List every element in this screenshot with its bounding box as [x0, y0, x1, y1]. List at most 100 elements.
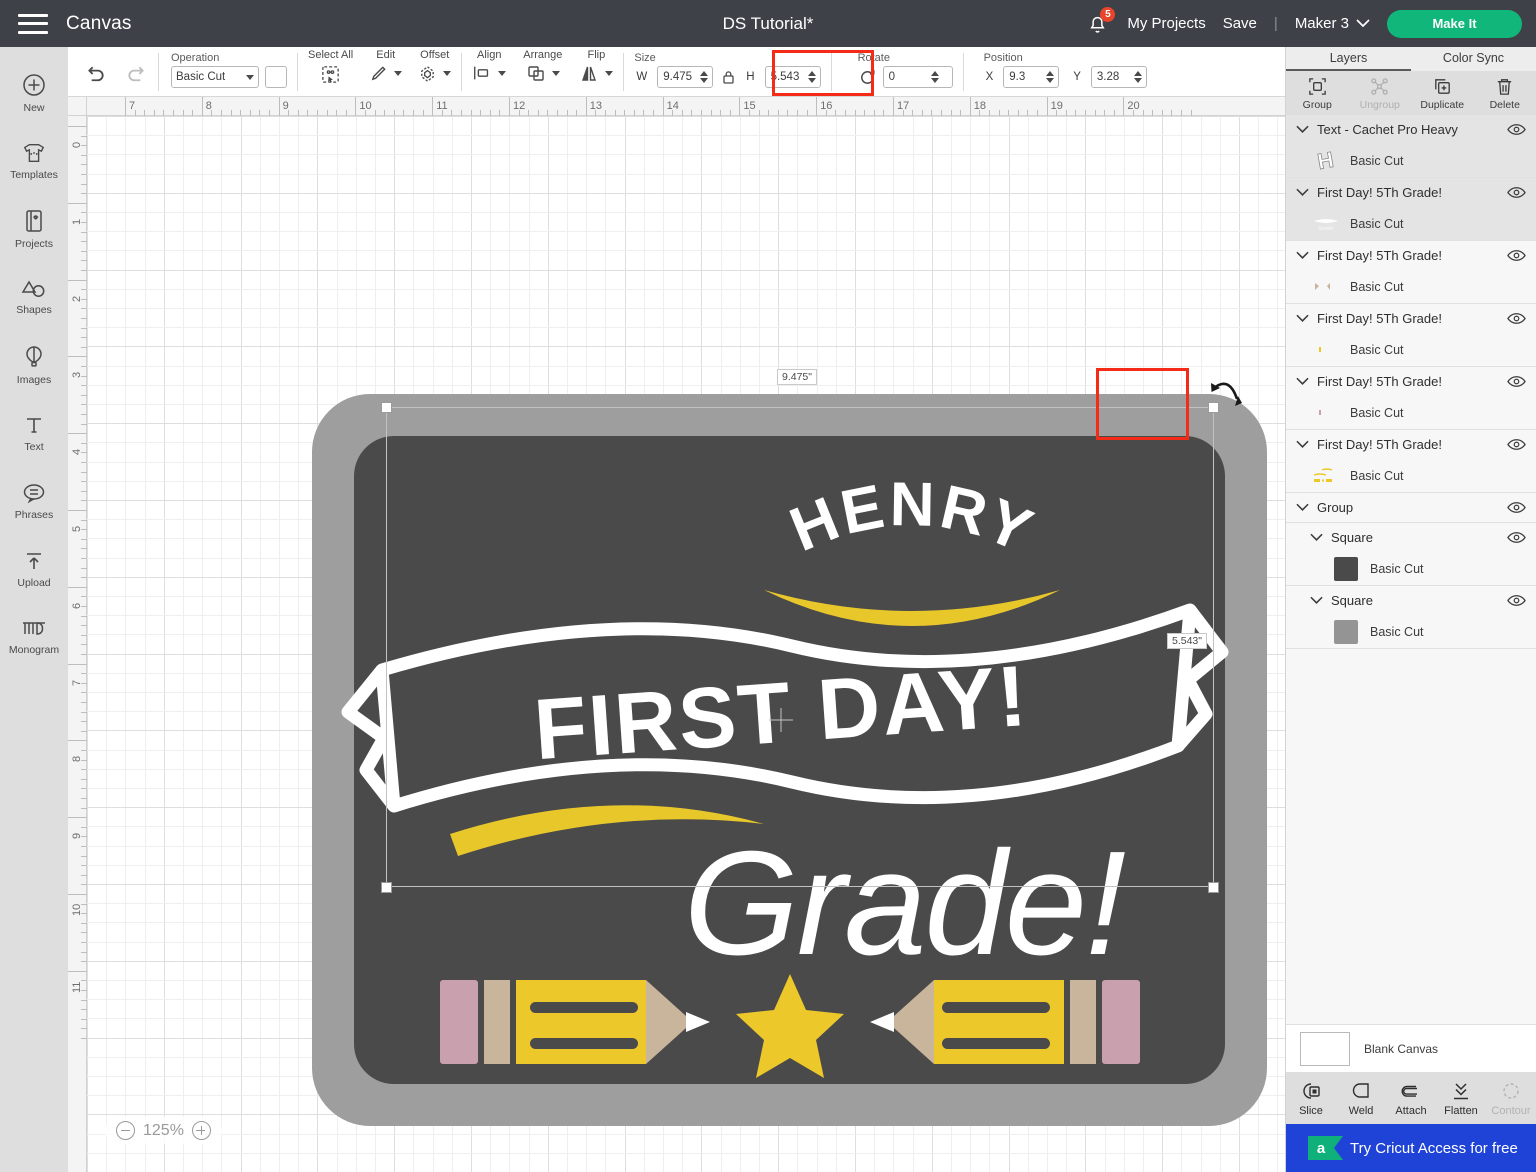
undo-arrow-icon[interactable] [84, 64, 107, 84]
canvas-preview-swatch[interactable] [1300, 1031, 1350, 1066]
make-it-button[interactable]: Make It [1387, 9, 1522, 38]
chevron-down-icon[interactable] [1310, 596, 1323, 605]
design-canvas[interactable]: HENRY FIRST DAY! Grade! 9.475" 5.543" 7 … [68, 97, 1285, 1172]
layer-header[interactable]: First Day! 5Th Grade! [1286, 430, 1536, 459]
ungroup-button[interactable]: Ungroup [1349, 76, 1412, 111]
delete-button[interactable]: Delete [1474, 76, 1536, 111]
operation-select[interactable]: Basic Cut [171, 66, 259, 88]
cricut-access-promo[interactable]: a Try Cricut Access for free [1286, 1124, 1536, 1172]
square-header[interactable]: Square [1286, 586, 1536, 615]
select-all-button[interactable]: Select All [308, 49, 353, 85]
square-header[interactable]: Square [1286, 523, 1536, 552]
edit-button[interactable]: Edit [369, 49, 403, 83]
eye-icon[interactable] [1507, 438, 1526, 451]
slice-button[interactable]: Slice [1286, 1080, 1336, 1117]
redo-arrow-icon[interactable] [125, 64, 148, 84]
x-stepper[interactable] [1046, 71, 1058, 83]
selection-handle-bottom-right[interactable] [1208, 882, 1219, 893]
eye-icon[interactable] [1507, 501, 1526, 514]
height-field[interactable] [764, 66, 821, 88]
y-input[interactable] [1091, 67, 1134, 87]
layer-group[interactable]: First Day! 5Th Grade! Basic Cut [1286, 430, 1536, 493]
height-stepper[interactable] [807, 71, 820, 83]
rail-item-templates[interactable]: Templates [0, 127, 68, 195]
attach-button[interactable]: Attach [1386, 1080, 1436, 1117]
group-button[interactable]: Group [1286, 76, 1349, 111]
layer-child[interactable]: Basic Cut [1286, 459, 1536, 492]
rail-item-text[interactable]: Text [0, 399, 68, 467]
rotate-input[interactable] [883, 67, 931, 87]
rail-item-monogram[interactable]: Monogram [0, 603, 68, 671]
rotate-field[interactable] [882, 66, 953, 88]
contour-button[interactable]: Contour [1486, 1080, 1536, 1117]
layer-header[interactable]: First Day! 5Th Grade! [1286, 367, 1536, 396]
chevron-down-icon[interactable] [1296, 125, 1309, 134]
eye-icon[interactable] [1507, 312, 1526, 325]
layer-child[interactable]: Basic Cut [1286, 396, 1536, 429]
eye-icon[interactable] [1507, 594, 1526, 607]
y-stepper[interactable] [1133, 71, 1146, 83]
zoom-in-button[interactable] [191, 1121, 211, 1140]
layer-child[interactable]: Basic Cut [1286, 333, 1536, 366]
duplicate-button[interactable]: Duplicate [1411, 76, 1474, 111]
x-field[interactable] [1003, 66, 1060, 88]
rail-item-projects[interactable]: Projects [0, 195, 68, 263]
flip-button[interactable]: Flip [579, 49, 614, 83]
rail-item-new[interactable]: New [0, 59, 68, 127]
machine-selector[interactable]: Maker 3 [1295, 15, 1370, 32]
height-input[interactable] [765, 67, 808, 87]
layer-header[interactable]: First Day! 5Th Grade! [1286, 304, 1536, 333]
layer-group-container[interactable]: Group [1286, 493, 1536, 523]
square-child[interactable]: Basic Cut [1286, 615, 1536, 648]
layer-child[interactable]: Grade! Basic Cut [1286, 207, 1536, 240]
rotate-handle-icon[interactable] [1207, 377, 1247, 417]
layer-group[interactable]: First Day! 5Th Grade! Grade! Basic Cut [1286, 178, 1536, 241]
layer-child[interactable]: H Basic Cut [1286, 144, 1536, 177]
tab-layers[interactable]: Layers [1286, 47, 1411, 71]
layer-group[interactable]: Text - Cachet Pro Heavy H Basic Cut [1286, 115, 1536, 178]
layer-group[interactable]: First Day! 5Th Grade! Basic Cut [1286, 304, 1536, 367]
square-layer-1[interactable]: Square Basic Cut [1286, 523, 1536, 586]
zoom-out-button[interactable] [116, 1121, 135, 1140]
weld-button[interactable]: Weld [1336, 1080, 1386, 1117]
selection-handle-top-left[interactable] [381, 402, 392, 413]
layer-group[interactable]: First Day! 5Th Grade! Basic Cut [1286, 241, 1536, 304]
canvas-background-row[interactable]: Blank Canvas [1286, 1024, 1536, 1072]
eye-icon[interactable] [1507, 531, 1526, 544]
selection-handle-bottom-left[interactable] [381, 882, 392, 893]
my-projects-link[interactable]: My Projects [1127, 15, 1205, 32]
flatten-button[interactable]: Flatten [1436, 1080, 1486, 1117]
chevron-down-icon[interactable] [1296, 440, 1309, 449]
group-header[interactable]: Group [1286, 493, 1536, 522]
arrange-button[interactable]: Arrange [523, 49, 562, 83]
eye-icon[interactable] [1507, 249, 1526, 262]
eye-icon[interactable] [1507, 186, 1526, 199]
align-button[interactable]: Align [472, 49, 507, 82]
layer-group[interactable]: First Day! 5Th Grade! Basic Cut [1286, 367, 1536, 430]
chevron-down-icon[interactable] [1296, 314, 1309, 323]
tab-color-sync[interactable]: Color Sync [1411, 47, 1536, 71]
rail-item-upload[interactable]: Upload [0, 535, 68, 603]
square-child[interactable]: Basic Cut [1286, 552, 1536, 585]
layer-header[interactable]: Text - Cachet Pro Heavy [1286, 115, 1536, 144]
chevron-down-icon[interactable] [1310, 533, 1323, 542]
eye-icon[interactable] [1507, 123, 1526, 136]
width-stepper[interactable] [700, 71, 712, 83]
operation-color-swatch[interactable] [265, 66, 287, 88]
chevron-down-icon[interactable] [1296, 503, 1309, 512]
rail-item-images[interactable]: Images [0, 331, 68, 399]
rotate-stepper[interactable] [930, 71, 943, 83]
notifications-button[interactable]: 5 [1086, 7, 1116, 37]
eye-icon[interactable] [1507, 375, 1526, 388]
layer-child[interactable]: Basic Cut [1286, 270, 1536, 303]
chevron-down-icon[interactable] [1296, 188, 1309, 197]
layer-header[interactable]: First Day! 5Th Grade! [1286, 178, 1536, 207]
rail-item-phrases[interactable]: Phrases [0, 467, 68, 535]
layer-list[interactable]: Text - Cachet Pro Heavy H Basic Cut Firs… [1286, 115, 1536, 1024]
y-field[interactable] [1090, 66, 1147, 88]
x-input[interactable] [1004, 67, 1047, 87]
offset-button[interactable]: Offset [418, 49, 452, 83]
rotate-icon[interactable] [858, 68, 877, 87]
rail-item-shapes[interactable]: Shapes [0, 263, 68, 331]
width-input[interactable] [658, 67, 701, 87]
